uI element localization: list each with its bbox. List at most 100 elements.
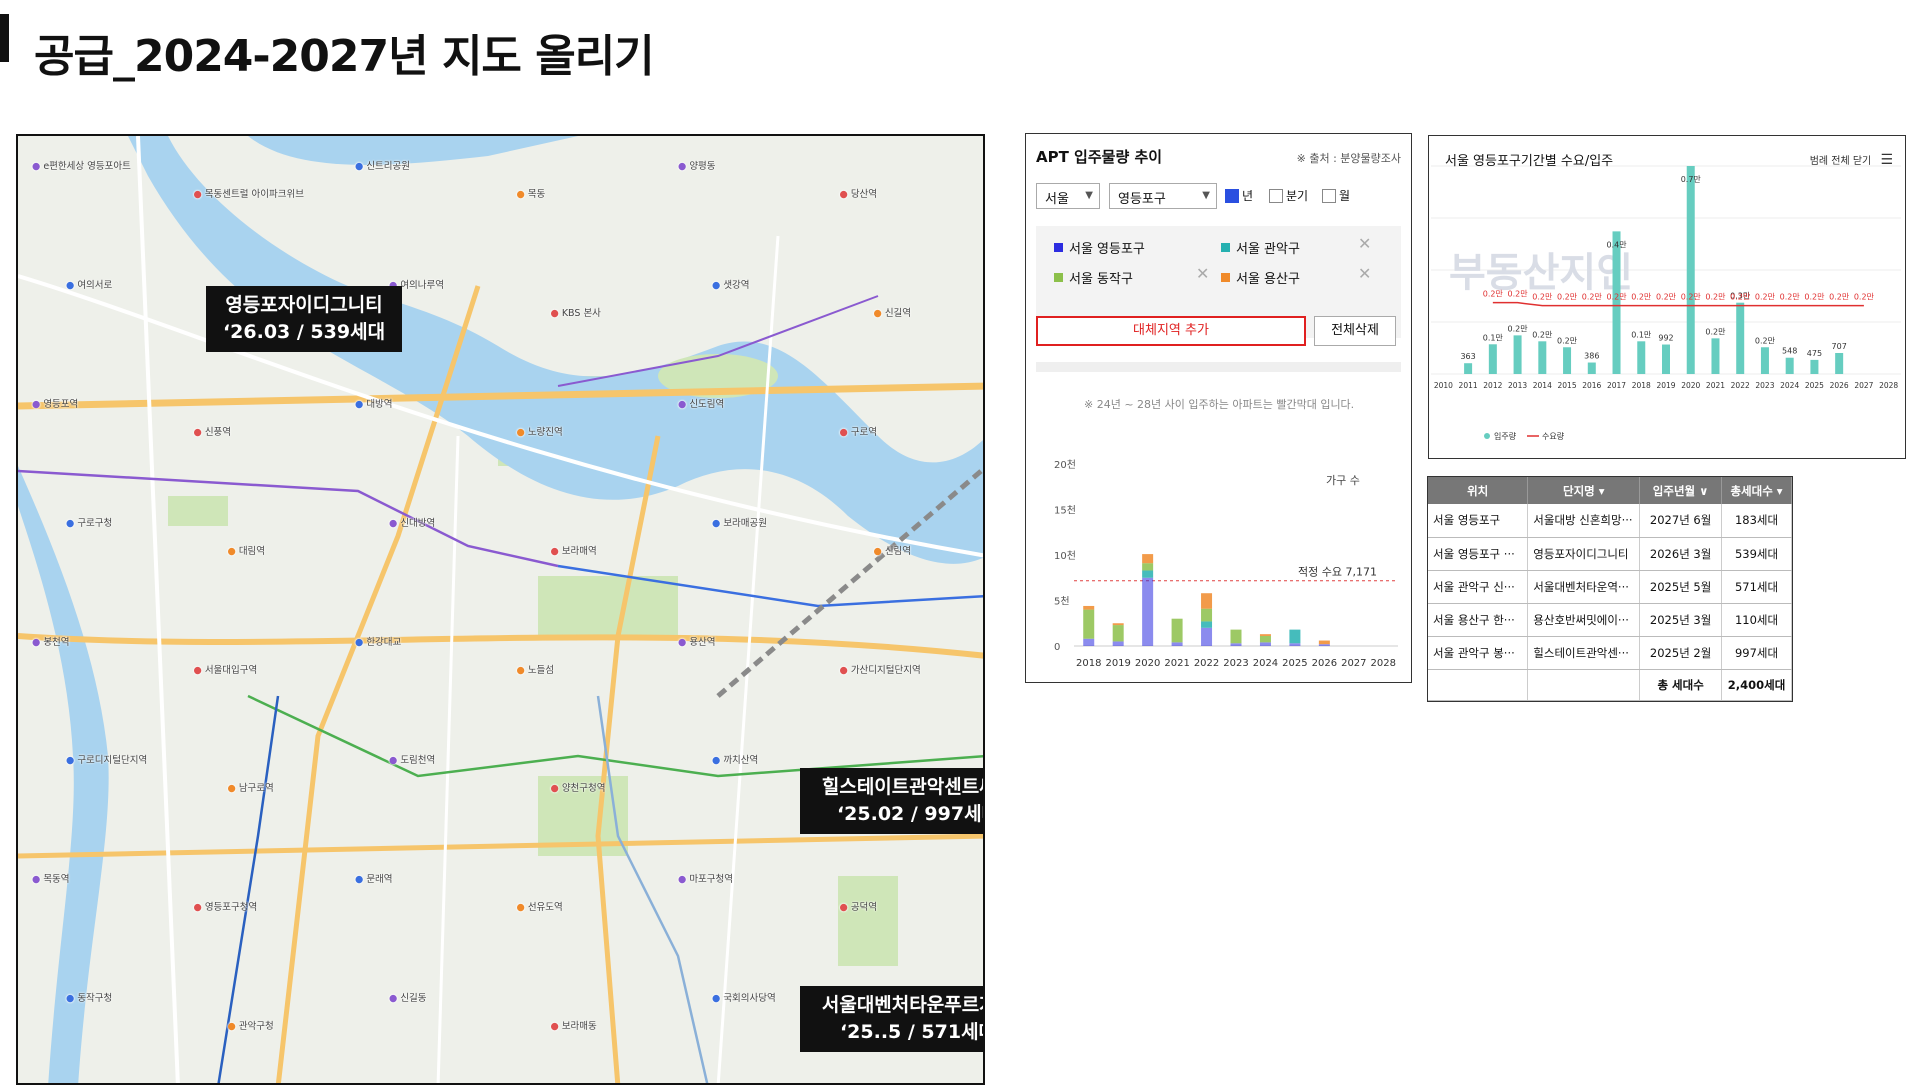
place-marker-icon: ● [678, 398, 690, 410]
add-region-button[interactable]: 대체지역 추가 [1036, 316, 1306, 346]
check-quarter[interactable]: 분기 [1269, 187, 1308, 204]
place-name: 남구로역 [238, 783, 274, 795]
bar-segment [1259, 642, 1271, 646]
supply-bar [1711, 338, 1720, 374]
place-marker-icon: ● [227, 783, 239, 795]
line-data-label: 0.2만 [1508, 290, 1529, 299]
col-households[interactable]: 총세대수 ▾ [1721, 477, 1792, 504]
x-tick-label: 2025 [1282, 658, 1307, 669]
bar-data-label: 707 [1832, 342, 1847, 351]
check-month[interactable]: 월 [1322, 187, 1350, 204]
table-row[interactable]: 서울 용산구 한··· 용산호반써밋에이··· 2025년 3월 110세대 [1428, 603, 1792, 637]
bar-data-label: 0.1만 [1631, 330, 1652, 339]
panel-title: 서울 영등포구기간별 수요/입주 [1445, 154, 1614, 169]
cell-location: 서울 관악구 봉··· [1428, 636, 1529, 670]
callout-hillstate-gwanak: 힐스테이트관악센트씨엘 ‘25.02 / 997세대 [800, 768, 983, 834]
table-row[interactable]: 서울 영등포구 서울대방 신혼희망··· 2027년 6월 183세대 [1428, 504, 1792, 538]
place-marker-icon: ● [227, 545, 239, 557]
place-name: 보라매공원 [723, 517, 768, 529]
menu-icon[interactable]: ☰ [1880, 152, 1893, 168]
place-name: 대방역 [366, 398, 393, 410]
place-marker-icon: ● [516, 902, 528, 914]
line-data-label: 0.2만 [1854, 293, 1875, 302]
legend-toggle[interactable]: 범례 전체 닫기 ☰ [1810, 152, 1893, 168]
place-marker-icon: ● [839, 902, 851, 914]
check-month-label: 월 [1339, 189, 1351, 203]
map-base [18, 136, 983, 1083]
x-tick-label: 2023 [1223, 658, 1248, 669]
delete-all-button[interactable]: 전체삭제 [1314, 316, 1396, 346]
x-tick-label: 2012 [1483, 381, 1502, 390]
x-tick-label: 2021 [1706, 381, 1725, 390]
map-place-label: ● 구로디지털단지역 [66, 752, 147, 766]
bar-segment [1259, 635, 1271, 643]
apt-supply-trend-panel: APT 입주물량 추이 ※ 출처 : 분양물량조사 서울 ▼ 영등포구 ▼ 년 … [1025, 133, 1412, 683]
y-axis-title: 가구 수 [1326, 474, 1360, 487]
callout-name: 서울대벤처타운푸르지오 [821, 994, 983, 1016]
check-year[interactable]: 년 [1225, 187, 1253, 204]
y-tick-label: 5천 [1054, 596, 1070, 608]
remove-region-icon[interactable]: ✕ [1358, 264, 1371, 283]
place-name: 선유도역 [527, 902, 563, 914]
supply-bar [1563, 347, 1572, 374]
place-marker-icon: ● [66, 993, 78, 1005]
supply-bar [1835, 352, 1844, 374]
chart-note: ※ 24년 ~ 28년 사이 입주하는 아파트는 빨간막대 입니다. [1084, 398, 1355, 411]
line-data-label: 0.2만 [1532, 293, 1553, 302]
bar-segment [1201, 627, 1213, 646]
district-select[interactable]: 영등포구 ▼ [1109, 183, 1217, 209]
col-move-in[interactable]: 입주년월 ∨ [1639, 477, 1723, 504]
check-quarter-label: 분기 [1286, 189, 1309, 203]
complex-table: 위치 단지명 ▾ 입주년월 ∨ 총세대수 ▾ 서울 영등포구 서울대방 신혼희망·… [1427, 476, 1793, 702]
col-complex[interactable]: 단지명 ▾ [1527, 477, 1641, 504]
place-name: 한강대교 [366, 636, 402, 648]
bar-segment [1142, 570, 1154, 578]
legend-swatch [1221, 273, 1230, 282]
cell-location: 서울 관악구 신··· [1428, 570, 1529, 604]
place-name: 구로디지털단지역 [77, 755, 148, 767]
panel-title: APT 입주물량 추이 [1036, 148, 1163, 166]
legend-label: 서울 용산구 [1236, 272, 1300, 287]
line-data-label: 0.2만 [1582, 293, 1603, 302]
title-accent-bar [0, 14, 9, 62]
map-place-label: ● 신도림역 [678, 396, 724, 410]
place-name: KBS 본사 [561, 307, 601, 319]
callout-snu-venture-prugio: 서울대벤처타운푸르지오 ‘25..5 / 571세대 [800, 986, 983, 1052]
demand-line [1492, 301, 1864, 307]
map-place-label: ● 신길역 [874, 305, 912, 319]
remove-region-icon[interactable]: ✕ [1358, 234, 1371, 253]
place-name: 영등포구청역 [204, 902, 258, 914]
table-row[interactable]: 서울 영등포구 ··· 영등포자이디그니티 2026년 3월 539세대 [1428, 537, 1792, 571]
supply-bar [1760, 347, 1769, 374]
map-place-label: ● 도림천역 [389, 752, 435, 766]
col-location[interactable]: 위치 [1428, 477, 1529, 504]
bar-data-label: 0.2만 [1532, 330, 1553, 339]
map-view[interactable]: ● e편한세상 영등포아트 ● 목동센트럴 아이파크위브 ● 신트리공원 ● 목동 ● … [16, 134, 985, 1085]
legend-label: 서울 동작구 [1069, 272, 1133, 287]
place-marker-icon: ● [193, 902, 205, 914]
bar-segment [1112, 641, 1124, 646]
x-tick-label: 2020 [1681, 381, 1700, 390]
place-name: 당산역 [850, 189, 878, 200]
remove-region-icon[interactable]: ✕ [1196, 264, 1209, 283]
place-name: 신림역 [884, 545, 912, 557]
place-marker-icon: ● [193, 664, 205, 676]
x-tick-label: 2026 [1830, 381, 1849, 390]
cell-location: 서울 영등포구 ··· [1428, 537, 1529, 571]
bar-segment [1318, 640, 1330, 645]
bar-data-label: 363 [1460, 352, 1475, 361]
table-row[interactable]: 서울 관악구 봉··· 힐스테이트관악센··· 2025년 2월 997세대 [1428, 636, 1792, 670]
city-select[interactable]: 서울 ▼ [1036, 183, 1100, 209]
place-marker-icon: ● [839, 189, 851, 200]
line-data-label: 0.2만 [1755, 293, 1776, 302]
table-row[interactable]: 서울 관악구 신··· 서울대벤처타운역··· 2025년 5월 571세대 [1428, 570, 1792, 604]
place-marker-icon: ● [389, 517, 401, 529]
map-place-label: ● 양천구청역 [551, 780, 606, 794]
line-data-label: 0.2만 [1829, 293, 1850, 302]
bar-segment [1083, 609, 1095, 639]
map-place-label: ● 구로역 [840, 424, 878, 438]
place-marker-icon: ● [550, 307, 562, 319]
cell-households: 997세대 [1721, 636, 1792, 670]
place-marker-icon: ● [712, 755, 724, 767]
line-data-label: 0.2만 [1631, 293, 1652, 302]
